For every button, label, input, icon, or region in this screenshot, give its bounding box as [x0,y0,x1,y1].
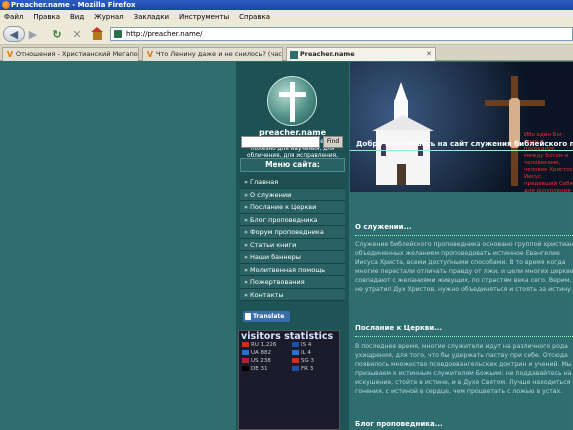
section-title-about[interactable]: О служении... [355,223,412,231]
stop-button[interactable]: ✕ [70,26,84,42]
site-icon: ✝ [290,50,298,59]
section-divider [355,235,573,236]
tab-lenin[interactable]: V Что Ленину даже и не снилось? (час... [142,47,283,61]
home-icon [90,26,103,40]
menu-edit[interactable]: Правка [33,13,60,21]
close-tab-icon[interactable]: ✕ [426,48,432,61]
menu-bookmarks[interactable]: Закладки [134,13,169,21]
country-flag-icon [242,350,249,355]
menu-item-about[interactable]: » О служении [240,188,345,201]
menu-view[interactable]: Вид [70,13,84,21]
search-input[interactable] [241,136,320,148]
tab-bar: V Отношения - Христианский Мегапор... V … [0,45,573,61]
menu-file[interactable]: Файл [4,13,23,21]
window-title-bar: Preacher.name - Mozilla Firefox [0,0,573,10]
church-image [366,82,436,187]
country-flag-icon [292,342,299,347]
menu-item-prayer[interactable]: » Молитвенная помощь [240,263,345,276]
stats-entry: UA 882 [239,350,289,358]
stats-entry: SG 3 [289,358,339,366]
section-text-church-message: В последнее время, многие служители идут… [355,343,572,395]
menu-item-home[interactable]: « Главная [240,176,345,189]
reload-icon: ↻ [52,27,62,41]
window-title: Preacher.name - Mozilla Firefox [11,1,136,9]
url-bar[interactable]: http://preacher.name/ [110,27,573,41]
back-arrow-icon: ◀ [9,27,19,41]
stats-entry: IL 4 [289,350,339,358]
forward-button[interactable]: ▶ [26,26,40,42]
stats-entry: FR 3 [289,366,339,374]
country-flag-icon [292,350,299,355]
header-banner: Ибо един Бог, един и посредник между Бог… [350,62,573,192]
stats-title: visitors statistics [241,331,334,342]
section-divider [355,336,573,337]
stats-row: DE 31 FR 3 [239,366,339,374]
menu-item-donations[interactable]: » Пожертвования [240,276,345,289]
tab-relationships[interactable]: V Отношения - Христианский Мегапор... [2,47,139,61]
translate-icon [245,313,251,320]
menu-title: Меню сайта: [240,158,345,172]
v-logo-icon: V [6,50,14,59]
section-title-blog[interactable]: Блог проповедника... [355,420,443,428]
site-favicon [114,30,122,38]
country-flag-icon [242,342,249,347]
globe-cross-icon [267,76,317,126]
visitor-stats-widget[interactable]: visitors statistics RU 1,226 IS 4 UA 882 IL… [238,330,340,430]
translate-button[interactable]: Translate [243,311,290,322]
section-text-about: Служение библейского проповедника основа… [355,241,573,293]
menu-item-church-message[interactable]: » Послание к Церкви [240,201,345,214]
country-flag-icon [292,366,299,371]
stats-row: UA 882 IL 4 [239,350,339,358]
v-logo-icon: V [146,50,154,59]
country-flag-icon [242,358,249,363]
country-flag-icon [242,366,249,371]
country-flag-icon [292,358,299,363]
stats-entry: IS 4 [289,342,339,350]
menu-item-contacts[interactable]: » Контакты [240,288,345,301]
stop-icon: ✕ [72,27,82,41]
tab-preacher[interactable]: ✝ Preacher.name ✕ [286,47,436,61]
stats-entry: US 238 [239,358,289,366]
tab-label: Что Ленину даже и не снилось? (час... [156,50,283,58]
reload-button[interactable]: ↻ [50,26,64,42]
section-title-church-message[interactable]: Послание к Церкви... [355,324,442,332]
navigation-toolbar: ◀ ▶ ↻ ✕ http://preacher.name/ [0,23,573,45]
back-button[interactable]: ◀ [3,26,25,42]
stats-row: RU 1,226 IS 4 [239,342,339,350]
site-menu: « Главная » О служении » Послание к Церк… [240,176,345,301]
menu-history[interactable]: Журнал [94,13,123,21]
stats-row: US 238 SG 3 [239,358,339,366]
menu-item-articles[interactable]: » Статьи книги [240,238,345,251]
menu-item-forum[interactable]: » Форум проповедника [240,226,345,239]
tab-label: Отношения - Христианский Мегапор... [16,50,139,58]
stats-entry: DE 31 [239,366,289,374]
menu-tools[interactable]: Инструменты [179,13,229,21]
menu-bar: Файл Правка Вид Журнал Закладки Инструме… [0,10,573,23]
home-button[interactable] [90,26,104,42]
find-button[interactable]: Find [323,136,343,148]
welcome-heading: Добро пожаловать на сайт служения библей… [350,138,573,151]
firefox-icon [2,1,10,9]
menu-item-blog[interactable]: » Блог проповедника [240,213,345,226]
tab-label: Preacher.name [300,50,355,58]
menu-help[interactable]: Справка [239,13,270,21]
forward-arrow-icon: ▶ [28,27,38,41]
url-text: http://preacher.name/ [126,30,203,38]
menu-item-banners[interactable]: » Наши баннеры [240,251,345,264]
stats-entry: RU 1,226 [239,342,289,350]
